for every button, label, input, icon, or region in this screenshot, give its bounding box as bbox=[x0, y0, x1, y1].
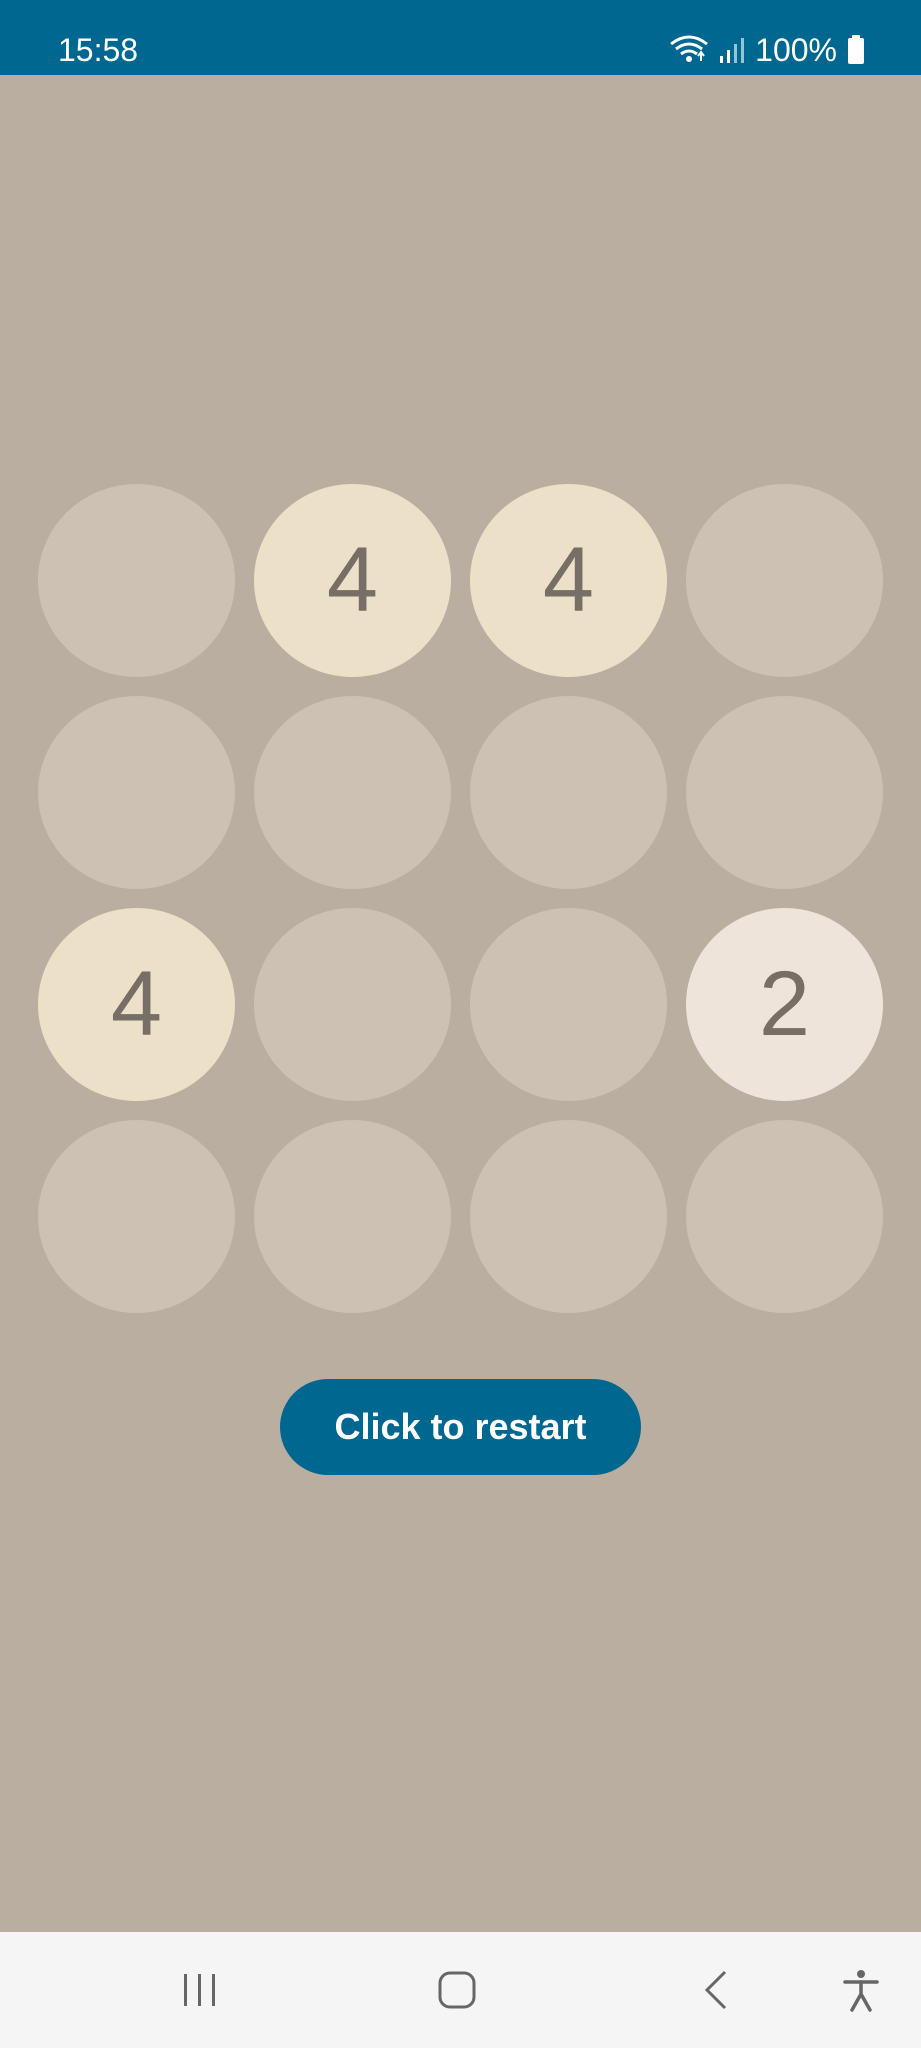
empty-cell bbox=[254, 696, 451, 889]
status-bar: 15:58 100% bbox=[0, 0, 921, 75]
empty-cell bbox=[470, 908, 667, 1101]
empty-cell bbox=[470, 696, 667, 889]
tile-4: 4 bbox=[470, 484, 667, 677]
signal-icon bbox=[719, 36, 745, 64]
empty-cell bbox=[254, 1120, 451, 1313]
empty-cell bbox=[38, 484, 235, 677]
empty-cell bbox=[686, 1120, 883, 1313]
restart-button[interactable]: Click to restart bbox=[280, 1379, 641, 1475]
tile-2: 2 bbox=[686, 908, 883, 1101]
status-time: 15:58 bbox=[58, 32, 139, 68]
empty-cell bbox=[686, 484, 883, 677]
tile-4: 4 bbox=[254, 484, 451, 677]
wifi-icon bbox=[669, 34, 709, 66]
recent-apps-icon[interactable] bbox=[140, 1932, 260, 2048]
back-icon[interactable] bbox=[656, 1932, 776, 2048]
battery-icon bbox=[847, 35, 865, 65]
status-icons: 100% bbox=[669, 30, 865, 70]
navigation-bar bbox=[0, 1932, 921, 2048]
empty-cell bbox=[686, 696, 883, 889]
game-board[interactable]: 4442 bbox=[38, 484, 884, 1313]
battery-percent: 100% bbox=[755, 32, 837, 68]
empty-cell bbox=[38, 696, 235, 889]
empty-cell bbox=[38, 1120, 235, 1313]
tile-4: 4 bbox=[38, 908, 235, 1101]
empty-cell bbox=[254, 908, 451, 1101]
empty-cell bbox=[470, 1120, 667, 1313]
home-icon[interactable] bbox=[397, 1932, 517, 2048]
accessibility-icon[interactable] bbox=[801, 1932, 921, 2048]
